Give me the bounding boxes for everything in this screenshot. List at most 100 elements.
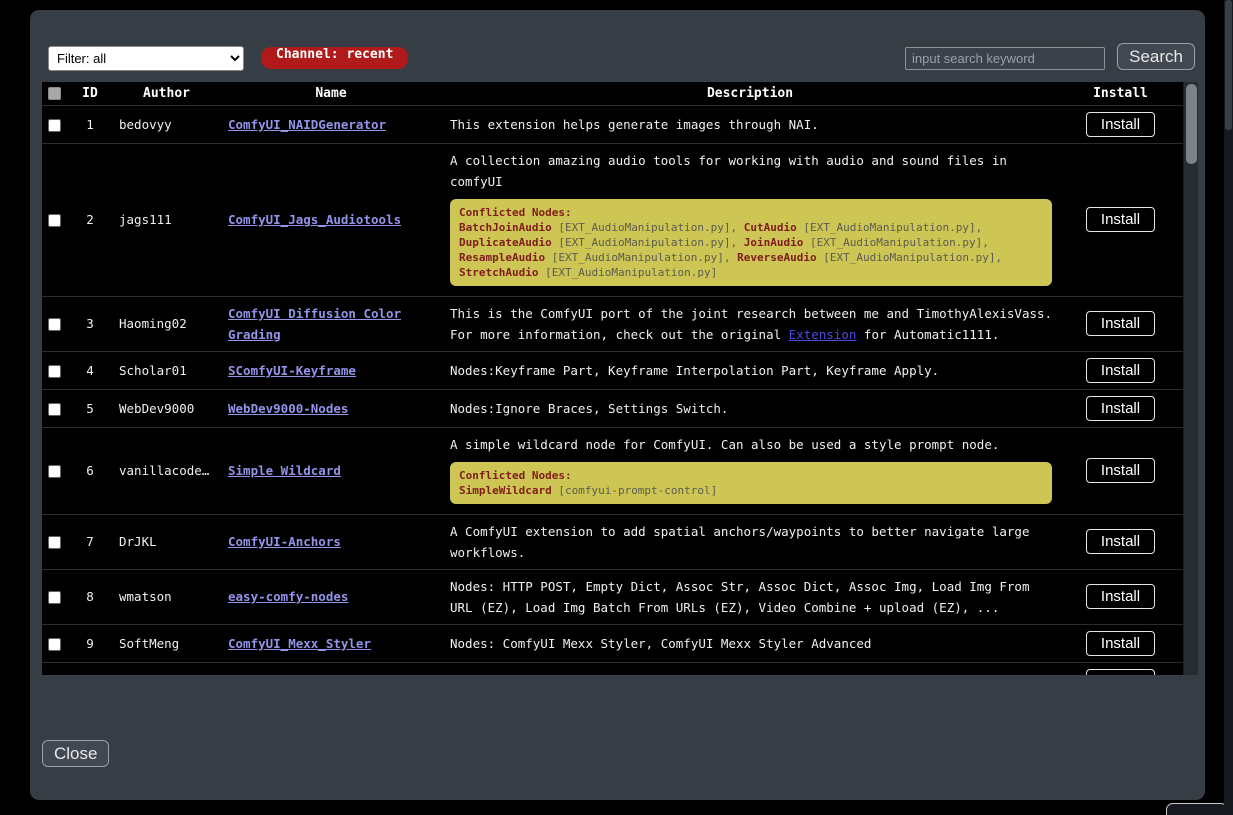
conflict-node-name: BatchJoinAudio <box>459 221 552 234</box>
conflict-node-source: [EXT_AudioManipulation.py] <box>538 266 717 279</box>
row-checkbox[interactable] <box>48 638 61 651</box>
row-description: This extension helps generate images thr… <box>442 105 1058 143</box>
search-button[interactable]: Search <box>1117 43 1195 70</box>
node-name-link[interactable]: easy-comfy-nodes <box>228 589 348 604</box>
conflict-node-source: [EXT_AudioManipulation.py], <box>552 221 744 234</box>
install-button[interactable]: Install <box>1086 396 1155 421</box>
conflict-node-source: [EXT_AudioManipulation.py], <box>803 236 988 249</box>
channel-badge: Channel: recent <box>261 47 408 69</box>
select-all-checkbox[interactable] <box>48 87 61 100</box>
table-scrollbar[interactable] <box>1183 82 1198 675</box>
row-id: 8 <box>67 569 113 624</box>
install-button[interactable]: Install <box>1086 529 1155 554</box>
description-text: Nodes:Keyframe Part, Keyframe Interpolat… <box>450 363 939 378</box>
node-name-link[interactable]: ComfyUI_Jags_Audiotools <box>228 212 401 227</box>
node-name-link[interactable]: ComfyUI_Mexx_Styler <box>228 636 371 651</box>
row-author: wmatson <box>113 569 220 624</box>
filter-select[interactable]: Filter: all <box>48 46 244 71</box>
row-checkbox[interactable] <box>48 318 61 331</box>
header-description: Description <box>442 82 1058 105</box>
row-id: 4 <box>67 351 113 389</box>
row-description: A simple wildcard node for ComfyUI. Can … <box>442 427 1058 514</box>
conflict-node-name: SimpleWildcard <box>459 484 552 497</box>
install-button[interactable]: Install <box>1086 112 1155 137</box>
row-checkbox[interactable] <box>48 403 61 416</box>
conflict-node-source: [EXT_AudioManipulation.py], <box>545 251 737 264</box>
node-name-link[interactable]: ComfyUI-Anchors <box>228 534 341 549</box>
table-row: 9 SoftMeng ComfyUI_Mexx_Styler Nodes: Co… <box>42 624 1183 662</box>
row-author: DrJKL <box>113 514 220 569</box>
nodes-table: ID Author Name Description Install 1 bed… <box>42 82 1198 675</box>
row-checkbox[interactable] <box>48 365 61 378</box>
conflict-node-source: [EXT_AudioManipulation.py], <box>817 251 1002 264</box>
description-link[interactable]: Extension <box>789 327 857 342</box>
node-name-link[interactable]: ComfyUI Diffusion Color Grading <box>228 306 401 342</box>
description-text: A collection amazing audio tools for wor… <box>450 153 1007 189</box>
description-text: A ComfyUI extension to add spatial ancho… <box>450 524 1029 560</box>
description-text: Nodes: HTTP POST, Empty Dict, Assoc Str,… <box>450 579 1029 615</box>
description-text: Nodes: ComfyUI Mexx Styler, ComfyUI Mexx… <box>450 636 871 651</box>
row-description: Nodes: Yolov8Detection, Yolov8Segmentati… <box>442 662 1058 675</box>
description-text: Nodes:Ignore Braces, Settings Switch. <box>450 401 728 416</box>
install-button[interactable]: Install <box>1086 584 1155 609</box>
search-input[interactable] <box>905 47 1105 70</box>
row-checkbox[interactable] <box>48 465 61 478</box>
install-button[interactable]: Install <box>1086 311 1155 336</box>
row-author: zcfrank1st <box>113 662 220 675</box>
table-row: 7 DrJKL ComfyUI-Anchors A ComfyUI extens… <box>42 514 1183 569</box>
conflict-node-name: ReverseAudio <box>737 251 816 264</box>
table-row: 5 WebDev9000 WebDev9000-Nodes Nodes:Igno… <box>42 389 1183 427</box>
install-button[interactable]: Install <box>1086 458 1155 483</box>
install-button[interactable]: Install <box>1086 358 1155 383</box>
row-author: SoftMeng <box>113 624 220 662</box>
install-button[interactable]: Install <box>1086 207 1155 232</box>
table-row: 3 Haoming02 ComfyUI Diffusion Color Grad… <box>42 296 1183 351</box>
description-text: for Automatic1111. <box>856 327 999 342</box>
conflict-node-source: [EXT_AudioManipulation.py], <box>797 221 982 234</box>
node-name-link[interactable]: ComfyUI Yolov8 <box>228 674 333 676</box>
description-text: A simple wildcard node for ComfyUI. Can … <box>450 437 999 452</box>
row-description: Nodes: ComfyUI Mexx Styler, ComfyUI Mexx… <box>442 624 1058 662</box>
row-id: 2 <box>67 143 113 296</box>
node-name-link[interactable]: WebDev9000-Nodes <box>228 401 348 416</box>
conflict-node-source: [comfyui-prompt-control] <box>552 484 718 497</box>
conflict-node-name: JoinAudio <box>744 236 804 249</box>
table-scrollbar-thumb[interactable] <box>1186 84 1197 164</box>
row-checkbox[interactable] <box>48 591 61 604</box>
install-button[interactable]: Install <box>1086 669 1155 676</box>
conflicted-nodes-title: Conflicted Nodes: <box>459 205 1043 220</box>
table-row: 6 vanillacode314 Simple Wildcard A simpl… <box>42 427 1183 514</box>
conflicted-nodes-box: Conflicted Nodes:SimpleWildcard [comfyui… <box>450 462 1052 504</box>
conflicted-nodes-title: Conflicted Nodes: <box>459 468 1043 483</box>
row-id: 6 <box>67 427 113 514</box>
table-row: 1 bedovyy ComfyUI_NAIDGenerator This ext… <box>42 105 1183 143</box>
row-author: vanillacode314 <box>113 427 220 514</box>
row-checkbox[interactable] <box>48 119 61 132</box>
node-name-link[interactable]: ComfyUI_NAIDGenerator <box>228 117 386 132</box>
node-table-body: 1 bedovyy ComfyUI_NAIDGenerator This ext… <box>42 105 1183 675</box>
conflict-node-name: CutAudio <box>744 221 797 234</box>
header-install: Install <box>1058 82 1183 105</box>
table-row: 8 wmatson easy-comfy-nodes Nodes: HTTP P… <box>42 569 1183 624</box>
close-button[interactable]: Close <box>42 740 109 767</box>
row-checkbox[interactable] <box>48 536 61 549</box>
row-author: bedovyy <box>113 105 220 143</box>
row-id: 1 <box>67 105 113 143</box>
row-author: WebDev9000 <box>113 389 220 427</box>
table-row: 4 Scholar01 SComfyUI-Keyframe Nodes:Keyf… <box>42 351 1183 389</box>
row-id: 3 <box>67 296 113 351</box>
page-scrollbar[interactable] <box>1224 0 1233 815</box>
page-scrollbar-thumb[interactable] <box>1225 0 1232 130</box>
description-text: Nodes: Yolov8Detection, Yolov8Segmentati… <box>450 674 1045 676</box>
conflict-node-source: [EXT_AudioManipulation.py], <box>552 236 744 249</box>
install-button[interactable]: Install <box>1086 631 1155 656</box>
row-author: Haoming02 <box>113 296 220 351</box>
conflicted-nodes-list: SimpleWildcard [comfyui-prompt-control] <box>459 483 1043 498</box>
row-checkbox[interactable] <box>48 214 61 227</box>
conflict-node-name: StretchAudio <box>459 266 538 279</box>
table-header-row: ID Author Name Description Install <box>42 82 1183 105</box>
node-name-link[interactable]: SComfyUI-Keyframe <box>228 363 356 378</box>
row-description: A collection amazing audio tools for wor… <box>442 143 1058 296</box>
header-author: Author <box>113 82 220 105</box>
node-name-link[interactable]: Simple Wildcard <box>228 463 341 478</box>
